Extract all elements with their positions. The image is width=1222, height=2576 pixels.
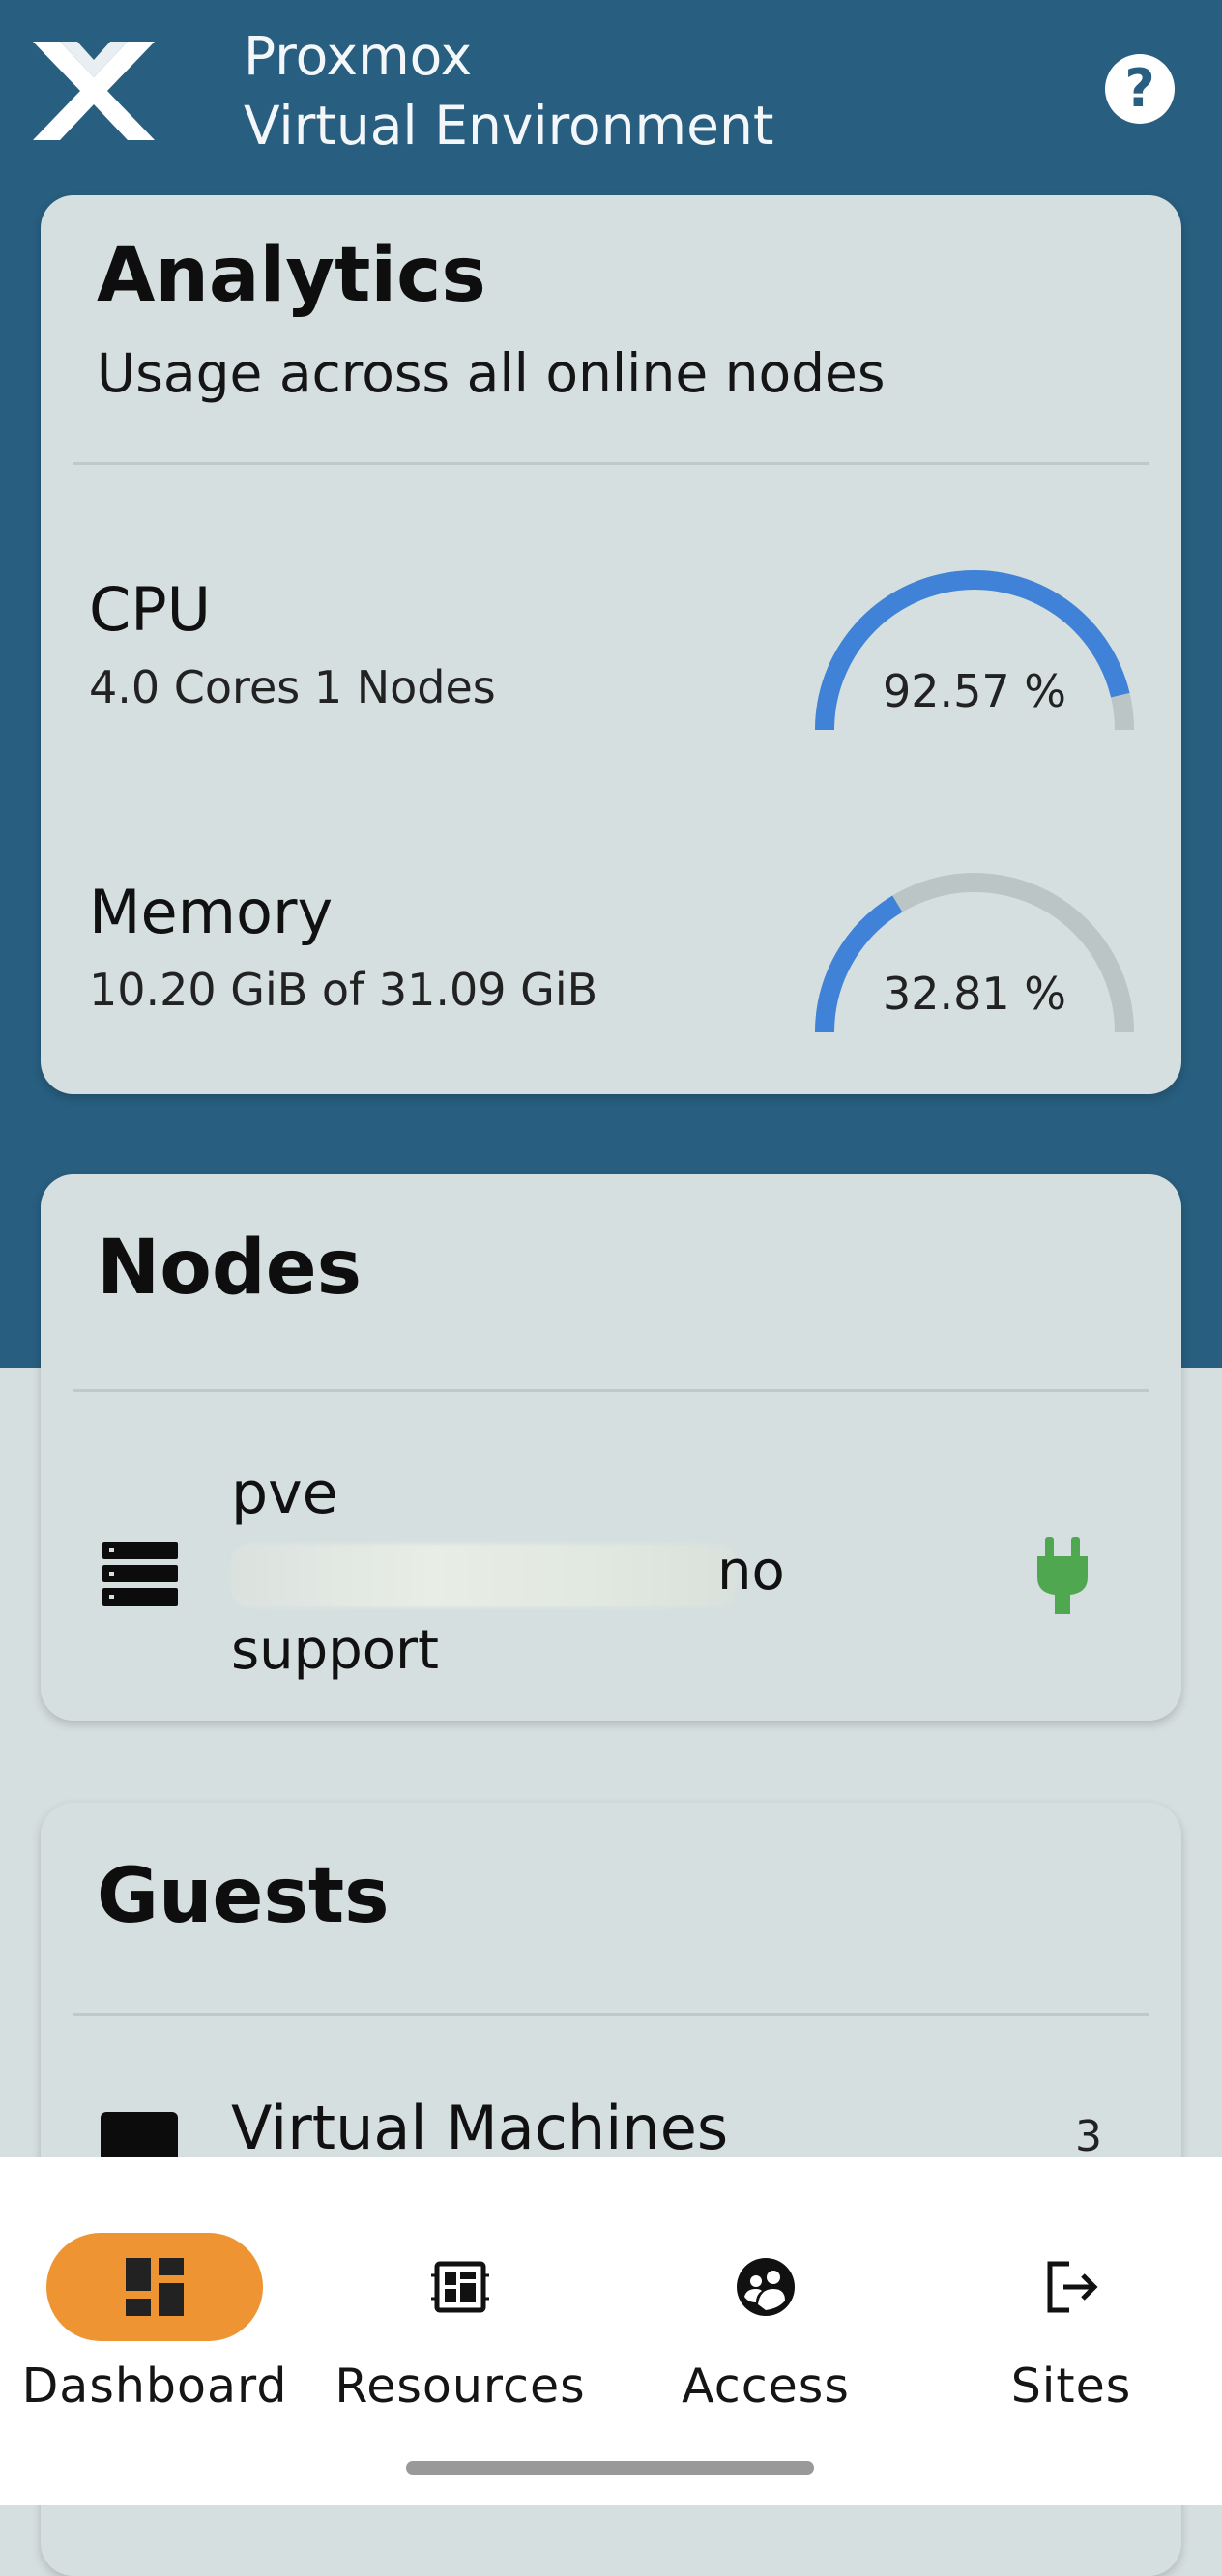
guests-divider [73, 2013, 1149, 2016]
app-title-line2: Virtual Environment [244, 95, 774, 157]
app-title: Proxmox Virtual Environment [244, 21, 773, 160]
plug-icon [1037, 1537, 1088, 1614]
access-icon [737, 2258, 795, 2316]
cpu-detail: 4.0 Cores 1 Nodes [89, 661, 496, 713]
analytics-card: Analytics Usage across all online nodes … [41, 195, 1181, 1094]
vm-label: Virtual Machines [231, 2093, 729, 2163]
nav-dashboard[interactable]: Dashboard [0, 2204, 309, 2417]
home-indicator[interactable] [406, 2461, 814, 2475]
guests-title: Guests [97, 1853, 390, 1940]
node-name: pve [231, 1460, 338, 1527]
analytics-subtitle: Usage across all online nodes [97, 342, 886, 404]
analytics-divider [73, 462, 1149, 465]
nav-resources[interactable]: Resources [306, 2204, 615, 2417]
memory-label: Memory [89, 877, 334, 947]
sites-icon [1047, 2261, 1098, 2313]
nodes-title: Nodes [97, 1225, 363, 1312]
cpu-label: CPU [89, 574, 212, 645]
help-button[interactable]: ? [1105, 54, 1175, 124]
app-title-line1: Proxmox [244, 25, 473, 87]
vm-count: 3 [1075, 2112, 1102, 2161]
nav-label-resources: Resources [335, 2359, 586, 2414]
memory-detail: 10.20 GiB of 31.09 GiB [89, 964, 598, 1016]
dashboard-icon [126, 2258, 184, 2316]
nodes-card: Nodes pve no support [41, 1174, 1181, 1721]
memory-percent: 32.81 % [882, 968, 1067, 1020]
help-icon: ? [1124, 58, 1155, 119]
node-support: support [231, 1619, 440, 1682]
cpu-percent: 92.57 % [882, 665, 1067, 717]
nav-label-access: Access [682, 2359, 850, 2414]
nodes-divider [73, 1389, 1149, 1392]
nav-access[interactable]: Access [611, 2204, 920, 2417]
node-support-no: no [717, 1540, 785, 1603]
resources-icon [431, 2261, 489, 2313]
nav-label-dashboard: Dashboard [21, 2359, 288, 2414]
redacted-node-info [231, 1544, 737, 1607]
nav-sites[interactable]: Sites [916, 2204, 1222, 2417]
bottom-navigation: Dashboard Resources Access Sites [0, 2157, 1222, 2505]
proxmox-logo [33, 42, 155, 140]
nav-label-sites: Sites [1010, 2359, 1132, 2414]
analytics-title: Analytics [97, 232, 486, 319]
server-icon [102, 1542, 178, 1606]
